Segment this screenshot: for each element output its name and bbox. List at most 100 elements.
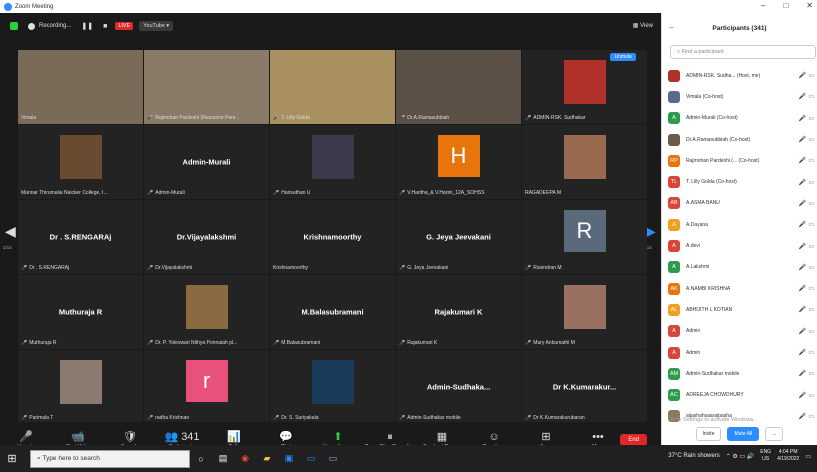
participant-name: RAGADEEPA M xyxy=(525,190,562,196)
participant-tile[interactable]: Muthuraja R 🎤 Muthuraja R xyxy=(18,275,143,349)
windows-start-icon[interactable]: ⊞ xyxy=(0,452,24,465)
participant-tile[interactable]: 🎤 Dr. S. Suriyakala xyxy=(270,350,395,424)
participant-tile[interactable]: 🎤 Mary Anbumathi M xyxy=(522,275,647,349)
participant-name: T. Lilly Golda xyxy=(281,115,310,121)
participant-name-label: 🎤 radha Krishnan xyxy=(147,415,266,421)
view-button[interactable]: ▦ View xyxy=(633,22,653,29)
participant-name-label: 🎤 Dr.Vijayalakshmi xyxy=(147,265,266,271)
participant-name: Rajakumari K xyxy=(407,340,438,346)
file-explorer-icon[interactable]: ▰ xyxy=(256,453,278,464)
participant-tile[interactable]: Dr K.Kumarakur... 🎤 Dr K.Kumarakurubaran xyxy=(522,350,647,424)
participant-name-label: 🎤 Admin-Murali xyxy=(147,190,266,196)
more-options-button[interactable]: ... xyxy=(765,427,784,441)
profile-photo xyxy=(59,360,102,404)
task-view-icon[interactable]: ○ xyxy=(190,454,212,464)
participant-tile[interactable]: G. Jeya Jeevakani 🎤 G. Jeya Jeevakani xyxy=(396,200,521,274)
participant-tile[interactable]: Admin-Sudhaka... 🎤 Admin-Sudhakar mobile xyxy=(396,350,521,424)
taskbar-search-input[interactable]: ⌕ Type here to search xyxy=(30,449,190,468)
youtube-dropdown[interactable]: YouTube ▾ xyxy=(139,21,174,31)
tray-icons[interactable]: ⌃ ⚙ ▭ 🔊 xyxy=(726,453,755,460)
participant-list-item[interactable]: TL T. Lilly Golda (Co-host) 🎤▭ xyxy=(668,171,816,192)
participant-name-label: 🎤 Harisuthan U xyxy=(273,190,392,196)
chrome-icon[interactable]: ◉ xyxy=(234,453,256,464)
participant-search-input[interactable]: ⌕ Find a participant xyxy=(670,45,816,59)
participant-tile[interactable]: Rajakumari K 🎤 Rajakumari K xyxy=(396,275,521,349)
participant-list-item[interactable]: Vimala (Co-host) 🎤▭ xyxy=(668,86,816,107)
stop-recording-icon[interactable]: ■ xyxy=(103,23,107,30)
participant-list-item[interactable]: Dr.A.Ramasubbiah (Co-host) 🎤▭ xyxy=(668,129,816,150)
participant-tile[interactable]: Admin-Murali 🎤 Admin-Murali xyxy=(144,125,269,199)
participant-list-item[interactable]: AC ADREEJA CHOWDHURY 🎤▭ xyxy=(668,384,816,405)
participant-tile[interactable]: 🎤 Parimala T xyxy=(18,350,143,424)
profile-photo xyxy=(311,360,354,404)
participant-tile[interactable]: 🎤 Dr.A.Ramasubbiah xyxy=(396,50,521,124)
participant-list-name: ADMIN-RSK. Sudha... (Host, me) xyxy=(686,72,761,79)
muted-mic-icon: 🎤 xyxy=(399,415,406,421)
participant-tile[interactable]: Krishnamoorthy Krishnamoorthy xyxy=(270,200,395,274)
camera-feed xyxy=(270,50,395,124)
participant-tile[interactable]: r 🎤 radha Krishnan xyxy=(144,350,269,424)
participant-tile[interactable]: RAGADEEPA M xyxy=(522,125,647,199)
clock[interactable]: 4:04 PM 4/19/2022 xyxy=(777,449,799,463)
participant-name: Rajmohan Pardeshi (Resource Pers... xyxy=(155,115,240,121)
widgets-icon[interactable]: ▤ xyxy=(212,453,234,464)
participant-name-label: 🎤 Mary Anbumathi M xyxy=(525,340,644,346)
participant-list-item[interactable]: RP Rajmohan Pardeshi (... (Co-host) 🎤▭ xyxy=(668,150,816,171)
participant-name: Dr . S.RENGARAj xyxy=(29,265,70,271)
participant-tile[interactable]: 🎤 ADMIN-RSK. Sudhakar Unmute xyxy=(522,50,647,124)
muted-mic-icon: 🎤 xyxy=(21,415,28,421)
participant-list-item[interactable]: ADMIN-RSK. Sudha... (Host, me) 🎤▭ xyxy=(668,65,816,86)
start-video-icon: 📹 xyxy=(71,431,85,443)
participant-list-item[interactable]: A A.Dayana 🎤▭ xyxy=(668,214,816,235)
maximize-button[interactable]: □ xyxy=(783,1,788,10)
participant-tile[interactable]: Mannar Thirumalai Naicker College, I... xyxy=(18,125,143,199)
muted-mic-video-off-icons: 🎤▭ xyxy=(798,94,816,101)
invite-button[interactable]: Invite xyxy=(695,427,722,441)
prev-page-icon[interactable]: ◀ xyxy=(5,223,16,240)
participant-list-item[interactable]: A Admin-Murali (Co-host) 🎤▭ xyxy=(668,108,816,129)
language-indicator[interactable]: ENG US xyxy=(760,449,771,463)
close-button[interactable]: ✕ xyxy=(806,1,813,10)
participant-list-name: T. Lilly Golda (Co-host) xyxy=(686,179,737,186)
app-icon[interactable]: ▭ xyxy=(300,453,322,464)
profile-photo xyxy=(59,135,102,179)
participant-name: G. Jeya Jeevakani xyxy=(407,265,449,271)
grid-view-icon: ▦ xyxy=(632,23,641,29)
participant-tile[interactable]: 🎤 Harisuthan U xyxy=(270,125,395,199)
participant-name: Mary Anbumathi M xyxy=(533,340,575,346)
weather-status[interactable]: 37°C Rain showers xyxy=(668,453,719,459)
profile-photo xyxy=(563,135,606,179)
participant-tile[interactable]: 🎤 Dr. P. Yoleswari Nithya Ponnaiah pl... xyxy=(144,275,269,349)
muted-mic-video-off-icons: 🎤▭ xyxy=(798,328,816,335)
participant-tile[interactable]: R 🎤 Ravindran M xyxy=(522,200,647,274)
unmute-button[interactable]: Unmute xyxy=(610,53,636,61)
participant-list-item[interactable]: AM Admin-Sudhakar mobile 🎤▭ xyxy=(668,363,816,384)
participant-tile[interactable]: 🎤 T. Lilly Golda xyxy=(270,50,395,124)
share-screen-icon: ⬆ xyxy=(333,431,343,443)
pause-recording-icon[interactable]: ❚❚ xyxy=(81,22,93,30)
zoom-taskbar-icon[interactable]: ▣ xyxy=(278,453,300,464)
participant-tile[interactable]: M.Balasubramani 🎤 M.Balasubramani xyxy=(270,275,395,349)
participant-list-item[interactable]: AB A.ASMA BANU 🎤▭ xyxy=(668,193,816,214)
camera-feed xyxy=(144,50,269,124)
title-bar: Zoom Meeting – □ ✕ xyxy=(0,0,817,13)
participant-list-item[interactable]: AL ABHIJITH L KOTIAN 🎤▭ xyxy=(668,299,816,320)
app-icon[interactable]: ▭ xyxy=(322,453,344,464)
participant-tile[interactable]: Vimala xyxy=(18,50,143,124)
participant-list-item[interactable]: AK A.NAMBI KRISHNA 🎤▭ xyxy=(668,278,816,299)
participant-tile[interactable]: Dr . S.RENGARAj 🎤 Dr . S.RENGARAj xyxy=(18,200,143,274)
notification-icon[interactable]: ▭ xyxy=(805,453,811,460)
participant-list-item[interactable]: A A.devi 🎤▭ xyxy=(668,235,816,256)
muted-mic-icon: 🎤 xyxy=(525,265,532,271)
mute-all-button[interactable]: Mute All xyxy=(727,427,760,441)
participant-list-item[interactable]: A Admin 🎤▭ xyxy=(668,342,816,363)
minimize-button[interactable]: – xyxy=(761,1,765,10)
encryption-shield-icon[interactable] xyxy=(10,22,18,30)
avatar-letter: r xyxy=(185,360,228,402)
participant-tile[interactable]: 🎤 Rajmohan Pardeshi (Resource Pers... xyxy=(144,50,269,124)
participant-tile[interactable]: Dr.Vijayalakshmi 🎤 Dr.Vijayalakshmi xyxy=(144,200,269,274)
profile-photo xyxy=(311,135,354,179)
participant-tile[interactable]: H 🎤 V.Haritha_& V.Harini_12A_SOHSS xyxy=(396,125,521,199)
participant-list-item[interactable]: A A.Lakshmi 🎤▭ xyxy=(668,257,816,278)
participant-list-item[interactable]: A Admin 🎤▭ xyxy=(668,321,816,342)
